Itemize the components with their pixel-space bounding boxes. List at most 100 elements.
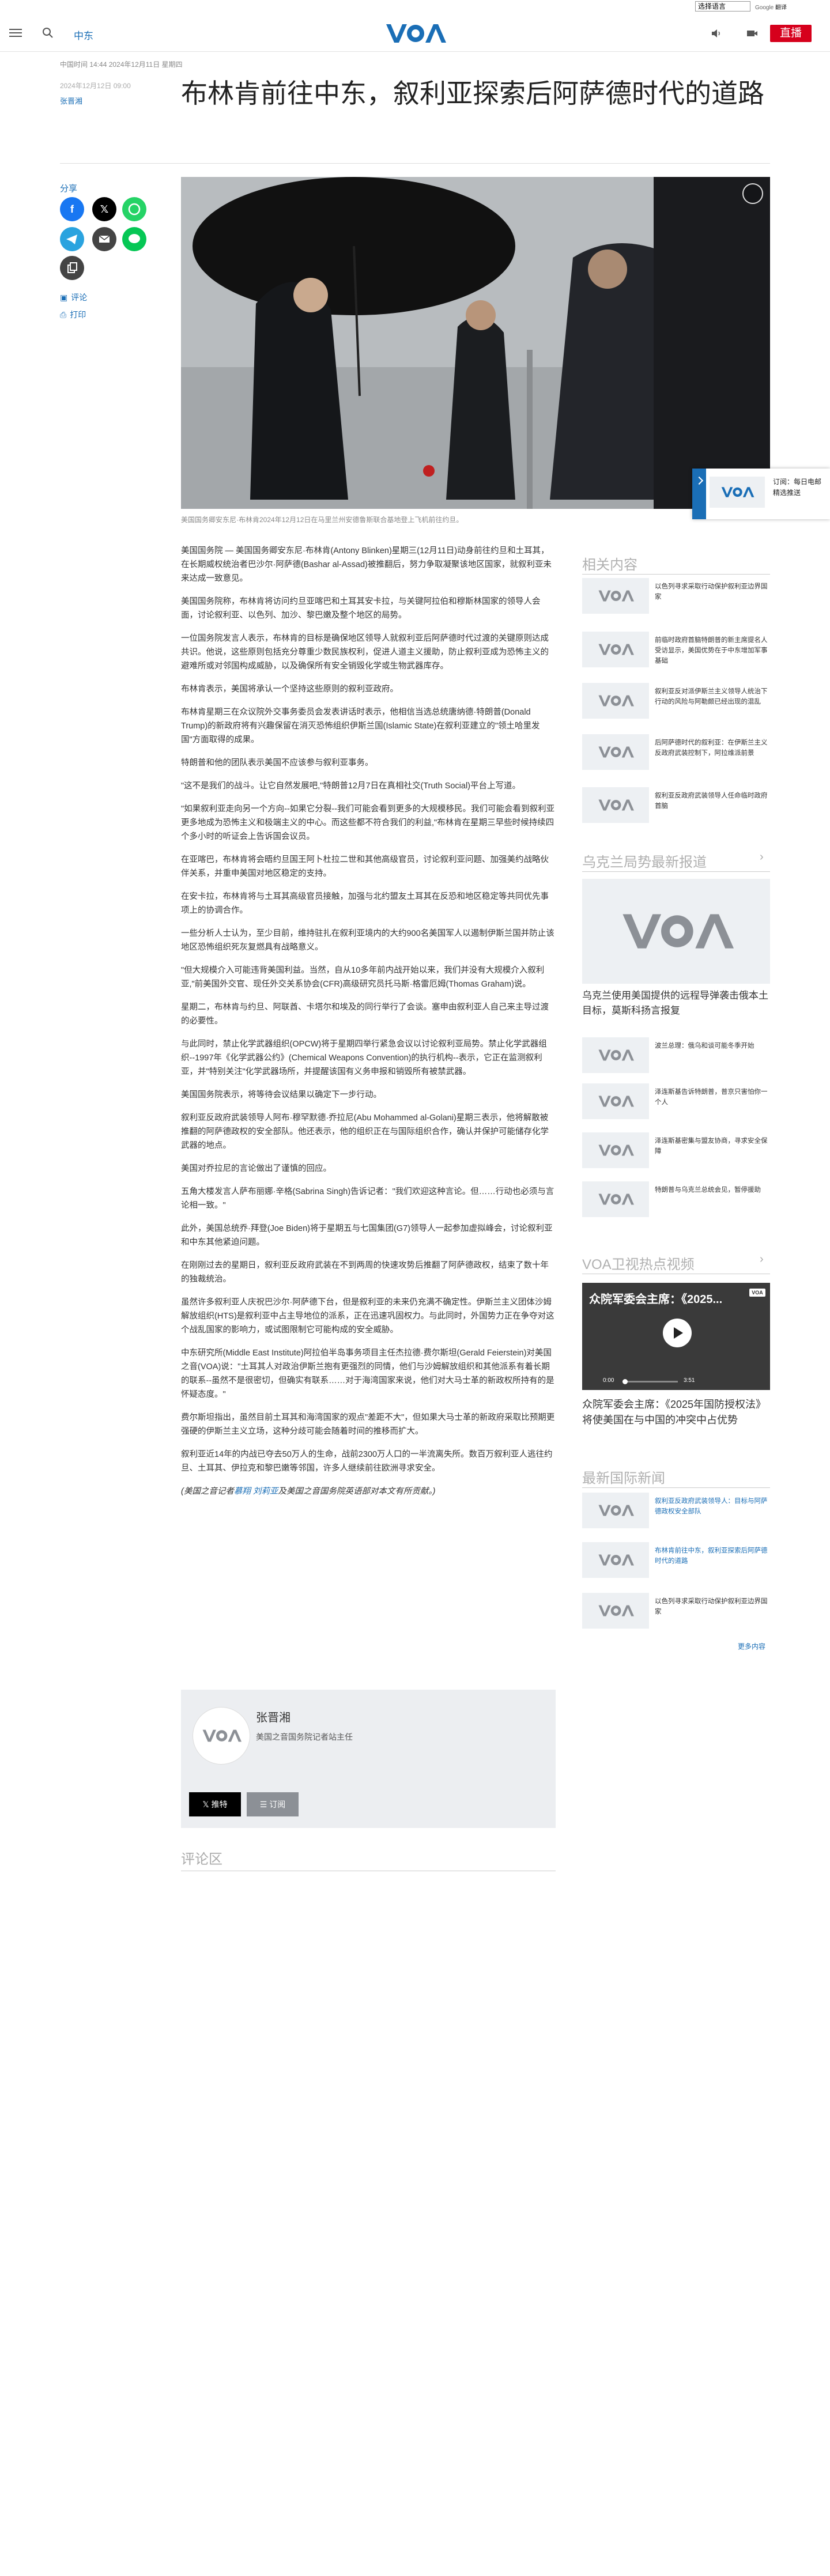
author-twitter-button[interactable]: 𝕏 推特: [189, 1792, 241, 1816]
language-select[interactable]: 选择语言: [695, 1, 750, 12]
article-paragraph: 一些分析人士认为，至少目前，维持驻扎在叙利亚境内的大约900名美国军人以遏制伊斯…: [181, 929, 554, 952]
section-link[interactable]: 中东: [74, 28, 93, 42]
ukraine-feature-title[interactable]: 乌克兰使用美国提供的远程导弹袭击俄本土目标，莫斯科扬言报复: [582, 988, 770, 1018]
video-player[interactable]: 众院军委会主席：《2025... VOA 0:00 3:51: [582, 1283, 770, 1390]
audio-icon[interactable]: [710, 28, 723, 39]
video-heading-label: VOA卫视热点视频: [582, 1257, 695, 1272]
related-item[interactable]: 后阿萨德时代的叙利亚：在伊斯兰主义反政府武装控制下，阿拉维派前景: [582, 734, 770, 770]
related-title: 后阿萨德时代的叙利亚：在伊斯兰主义反政府武装控制下，阿拉维派前景: [655, 739, 768, 757]
credit-authors-link[interactable]: 慕翔 刘莉亚: [234, 1487, 278, 1496]
voa-placeholder-icon: [582, 1593, 649, 1629]
print-icon: ⎙: [60, 310, 67, 319]
article-paragraph: 叙利亚近14年的内战已夺去50万人的生命，战前2300万人口的一半流离失所。数百…: [181, 1450, 553, 1473]
voa-placeholder-icon: [582, 1083, 649, 1119]
popup-collapse-icon[interactable]: [692, 469, 706, 519]
voa-placeholder-icon: [582, 1181, 649, 1217]
author-role: 美国之音国务院记者站主任: [256, 1732, 353, 1742]
top-strip: 选择语言 Google 翻译: [0, 0, 830, 15]
comment-label: 评论: [71, 293, 88, 302]
voa-placeholder-icon: [582, 1542, 649, 1578]
author-name: 张晋湘: [256, 1712, 290, 1724]
related-title: 叙利亚反对派伊斯兰主义领导人统治下行动的风险与阿勒颇已经出现的混乱: [655, 688, 768, 705]
voa-placeholder-icon: [582, 632, 649, 667]
search-icon[interactable]: [42, 27, 54, 39]
facebook-share-icon[interactable]: f: [60, 197, 84, 221]
article-paragraph: 美国对乔拉尼的言论做出了谨慎的回应。: [181, 1164, 331, 1173]
article-paragraph: 费尔斯坦指出，虽然目前土耳其和海湾国家的观点"差距不大"，但如果大马士革的新政府…: [181, 1413, 555, 1436]
article-paragraph: "如果叙利亚走向另一个方向--如果它分裂--我们可能会看到更多的大规模移民。我们…: [181, 804, 554, 841]
more-news-link[interactable]: 更多内容: [738, 1641, 765, 1651]
ukraine-item-title: 波兰总理：俄乌和谈可能冬季开始: [655, 1043, 754, 1049]
related-title: 以色列寻求采取行动保护叙利亚边界国家: [655, 583, 768, 600]
video-scrubber[interactable]: [622, 1379, 678, 1384]
publish-date: 2024年12月12日 09:00: [60, 82, 131, 90]
telegram-share-icon[interactable]: [60, 227, 84, 251]
news-item[interactable]: 以色列寻求采取行动保护叙利亚边界国家: [582, 1593, 770, 1629]
news-heading: 最新国际新闻: [582, 1467, 665, 1487]
google-translate-badge[interactable]: Google 翻译: [755, 2, 787, 11]
article-paragraph: 在刚刚过去的星期日，叙利亚反政府武装在不到两周的快速攻势后推翻了阿萨德政权，结束…: [181, 1261, 549, 1284]
ukraine-item[interactable]: 泽连斯基密集与盟友协商，寻求安全保障: [582, 1132, 770, 1168]
voa-placeholder-icon: [582, 1493, 649, 1528]
related-item[interactable]: 前临时政府首脑特朗普的新主席提名人受访显示，美国优势在于中东增加军事基础: [582, 632, 770, 667]
article-paragraph: 特朗普和他的团队表示美国不应该参与叙利亚事务。: [181, 758, 373, 768]
subscribe-popup[interactable]: 订阅：每日电邮 精选推送: [692, 469, 830, 519]
article-paragraph: 在亚喀巴，布林肯将会晤约旦国王阿卜杜拉二世和其他高级官员，讨论叙利亚问题、加强美…: [181, 855, 549, 878]
comment-icon: ▣: [60, 293, 68, 302]
ukraine-item-title: 特朗普与乌克兰总统会见，暂停援助: [655, 1187, 761, 1193]
credit-suffix: 及美国之音国务院英语部对本文有所贡献。): [278, 1487, 436, 1496]
play-icon[interactable]: [663, 1319, 692, 1347]
voa-placeholder-icon: [710, 477, 765, 508]
related-item[interactable]: 叙利亚反对派伊斯兰主义领导人统治下行动的风险与阿勒颇已经出现的混乱: [582, 683, 770, 719]
menu-icon[interactable]: [9, 27, 22, 39]
email-share-icon[interactable]: [92, 227, 116, 251]
related-heading-label: 相关内容: [582, 557, 637, 573]
voa-placeholder-icon: [582, 734, 649, 770]
video-icon[interactable]: [746, 28, 759, 39]
ukraine-heading-label: 乌克兰局势最新报道: [582, 855, 707, 870]
ukraine-heading[interactable]: 乌克兰局势最新报道 ›: [582, 851, 770, 871]
news-item[interactable]: 布林肯前往中东，叙利亚探索后阿萨德时代的道路: [582, 1542, 770, 1578]
voa-placeholder-icon: [622, 914, 734, 949]
translate-label: 翻译: [775, 5, 787, 11]
line-share-icon[interactable]: [122, 227, 146, 251]
print-label: 打印: [70, 310, 86, 319]
author-box: 张晋湘 美国之音国务院记者站主任 𝕏 推特 ☰ 订阅: [181, 1690, 556, 1828]
ukraine-item-title: 泽连斯基密集与盟友协商，寻求安全保障: [655, 1138, 768, 1155]
video-channel-logo: VOA: [749, 1289, 765, 1297]
article-body: 美国国务院 — 美国国务卿安东尼·布林肯(Antony Blinken)星期三(…: [181, 544, 556, 1508]
video-caption[interactable]: 众院军委会主席：《2025年国防授权法》将使美国在与中国的冲突中占优势: [582, 1397, 770, 1428]
comments-heading: 评论区: [181, 1852, 222, 1867]
article-paragraph: 美国国务院 — 美国国务卿安东尼·布林肯(Antony Blinken)星期三(…: [181, 546, 552, 583]
related-item[interactable]: 叙利亚反政府武装领导人任命临时政府首脑: [582, 787, 770, 823]
chevron-right-icon: ›: [760, 1253, 764, 1266]
copy-link-icon[interactable]: [60, 256, 84, 280]
rss-label: 订阅: [269, 1800, 286, 1809]
x-share-icon[interactable]: 𝕏: [92, 197, 116, 221]
article-paragraph: "这不是我们的战斗。让它自然发展吧,"特朗普12月7日在真相社交(Truth S…: [181, 781, 520, 791]
whatsapp-share-icon[interactable]: [122, 197, 146, 221]
author-link[interactable]: 张晋湘: [60, 95, 82, 106]
author-avatar: [193, 1707, 250, 1765]
ukraine-feature-image[interactable]: [582, 879, 770, 984]
article-paragraph: "但大规模介入可能违背美国利益。当然，自从10多年前内战开始以来，我们并没有大规…: [181, 966, 545, 989]
news-title: 叙利亚反政府武装领导人：目标与阿萨德政权安全部队: [655, 1498, 768, 1515]
article-paragraph: 布林肯星期三在众议院外交事务委员会发表讲话时表示，他相信当选总统唐纳德·特朗普(…: [181, 708, 540, 745]
expand-photo-icon[interactable]: [742, 183, 763, 204]
print-link[interactable]: ⎙ 打印: [60, 309, 86, 320]
related-item[interactable]: 以色列寻求采取行动保护叙利亚边界国家: [582, 578, 770, 614]
ukraine-item[interactable]: 波兰总理：俄乌和谈可能冬季开始: [582, 1037, 770, 1073]
video-heading[interactable]: VOA卫视热点视频 ›: [582, 1253, 770, 1273]
hero-photo: [181, 177, 770, 509]
comment-link[interactable]: ▣ 评论: [60, 292, 87, 303]
news-item[interactable]: 叙利亚反政府武装领导人：目标与阿萨德政权安全部队: [582, 1493, 770, 1528]
article-paragraph: 中东研究所(Middle East Institute)阿拉伯半岛事务项目主任杰…: [181, 1349, 554, 1399]
live-button[interactable]: 直播: [770, 25, 812, 42]
voa-placeholder-icon: [582, 1037, 649, 1073]
ukraine-item[interactable]: 特朗普与乌克兰总统会见，暂停援助: [582, 1181, 770, 1217]
article-paragraph: 布林肯表示，美国将承认一个坚持这些原则的叙利亚政府。: [181, 685, 398, 694]
voa-logo[interactable]: [384, 21, 446, 46]
related-title: 前临时政府首脑特朗普的新主席提名人受访显示，美国优势在于中东增加军事基础: [655, 637, 768, 664]
ukraine-item[interactable]: 泽连斯基告诉特朗普，普京只害怕你一个人: [582, 1083, 770, 1119]
author-rss-button[interactable]: ☰ 订阅: [247, 1792, 299, 1816]
